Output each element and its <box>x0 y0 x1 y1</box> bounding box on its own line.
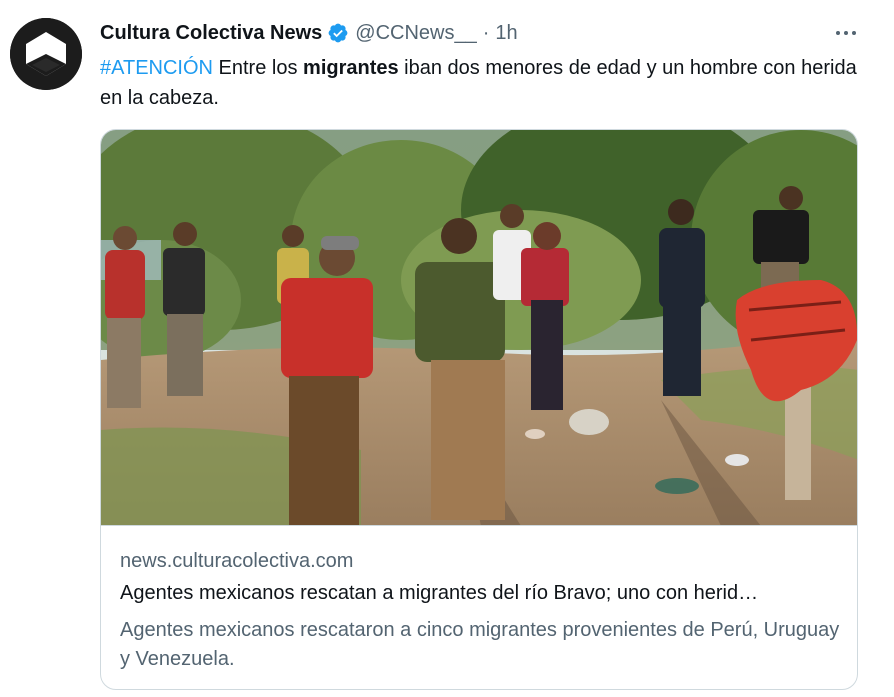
author-avatar[interactable] <box>10 18 82 90</box>
more-options-button[interactable] <box>826 18 866 48</box>
more-dot-icon <box>836 31 840 35</box>
separator-dot: · <box>482 21 490 44</box>
author-display-name[interactable]: Cultura Colectiva News <box>100 22 322 45</box>
author-handle[interactable]: @CCNews__ <box>355 22 476 45</box>
card-description: Agentes mexicanos rescataron a cinco mig… <box>120 619 840 670</box>
tweet-text: #ATENCIÓN Entre los migrantes iban dos m… <box>100 53 860 113</box>
tweet-text-part: Entre los <box>212 57 304 79</box>
photo-rescue-scene <box>101 130 857 525</box>
hashtag-link[interactable]: #ATENCIÓN <box>100 57 213 79</box>
more-dot-icon <box>852 31 856 35</box>
cube-logo-icon <box>10 18 82 90</box>
more-dot-icon <box>844 31 848 35</box>
tweet-article[interactable]: Cultura Colectiva News @CCNews__ · 1h #A… <box>0 0 894 697</box>
verified-badge-icon <box>328 23 348 43</box>
card-title: Agentes mexicanos rescatan a migrantes d… <box>120 582 759 604</box>
tweet-text-bold: migrantes <box>303 57 399 79</box>
card-domain: news.culturacolectiva.com <box>120 550 354 572</box>
card-image[interactable] <box>101 130 857 526</box>
tweet-header: Cultura Colectiva News @CCNews__ · 1h <box>100 20 518 46</box>
link-card[interactable]: news.culturacolectiva.com Agentes mexica… <box>100 129 858 690</box>
tweet-timestamp[interactable]: 1h <box>495 22 517 45</box>
